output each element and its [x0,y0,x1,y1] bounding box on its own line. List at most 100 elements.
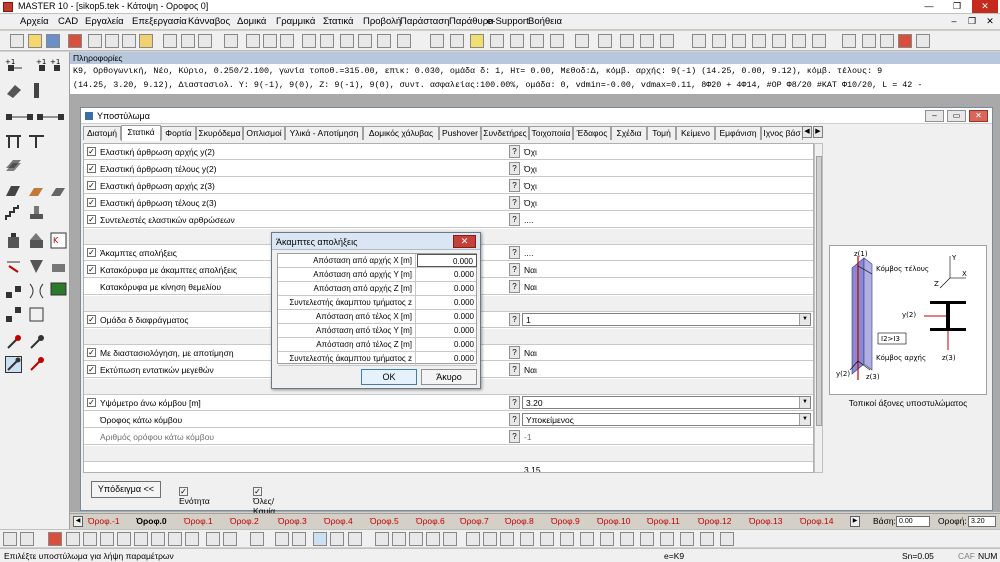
floor-tab[interactable]: Όροφ.3 [278,515,307,528]
floor-tab[interactable]: Όροφ.5 [370,515,399,528]
render-icon[interactable] [450,34,464,48]
support-icon[interactable] [732,34,746,48]
dialog-row-input[interactable]: 0.000 [417,282,477,295]
column-window-maximize-button[interactable]: ▭ [947,110,966,122]
tab-text[interactable]: Κείμενο [676,126,715,140]
row-checkbox[interactable]: ✓ [87,398,96,407]
frame-tool-icon[interactable] [5,132,22,149]
cancel-button[interactable]: Άκυρο [421,369,477,385]
new-file-icon[interactable] [10,34,24,48]
column-window-minimize-button[interactable]: – [925,110,944,122]
floor-tabs-scroll-right[interactable]: ▶ [850,516,860,527]
help-button[interactable]: ? [509,430,520,443]
row-checkbox[interactable]: ✓ [87,265,96,274]
row-value[interactable]: .... [524,248,533,258]
slab-tool2-icon[interactable] [28,182,45,199]
crosshair-icon[interactable] [520,532,534,546]
cut-icon[interactable] [68,34,82,48]
tab-loads[interactable]: Φορτία [161,126,196,140]
refresh-icon[interactable] [862,34,876,48]
floor-tab[interactable]: Όροφ.6 [416,515,445,528]
select-window-icon[interactable] [223,532,237,546]
support-tool3-icon[interactable] [50,258,67,275]
menu-grid[interactable]: Κάνναβος [188,16,230,27]
stair-icon[interactable] [598,34,612,48]
dialog-row-input[interactable]: 0.000 [417,352,477,365]
text-x-icon[interactable] [443,532,457,546]
help-button[interactable]: ? [509,162,520,175]
circle-icon[interactable] [263,34,277,48]
column-window-close-button[interactable]: ✕ [969,110,988,122]
frame-tool2-icon[interactable] [28,132,45,149]
stair-tool-icon[interactable] [5,204,22,221]
node-link-icon[interactable] [5,108,33,125]
tabs-scroll-left[interactable]: ◀ [802,126,812,138]
row-value[interactable]: Ναι [524,365,537,375]
print-icon[interactable] [122,34,136,48]
save-icon[interactable] [46,34,60,48]
scrollbar-thumb[interactable] [816,156,822,426]
row-checkbox[interactable]: ✓ [87,181,96,190]
view-3d-icon[interactable] [348,532,362,546]
menu-static[interactable]: Στατικά [323,16,354,27]
zoom-prev-icon[interactable] [134,532,148,546]
all-none-checkbox[interactable]: ✓Όλες/Καμία [253,485,275,516]
help-button[interactable]: ? [509,246,520,259]
layout-icon[interactable] [720,532,734,546]
row-value[interactable]: Ναι [524,348,537,358]
zoom-in-icon[interactable] [66,532,80,546]
tab-masonry[interactable]: Τοιχοποιία [529,126,573,140]
menu-files[interactable]: Αρχεία [20,16,49,27]
ortho-icon[interactable] [580,532,594,546]
tab-soil[interactable]: Έδαφος [573,126,611,140]
help-button[interactable]: ? [509,213,520,226]
ok-button[interactable]: OK [361,369,417,385]
text-m-icon[interactable] [409,532,423,546]
pan-icon[interactable] [168,532,182,546]
view-table-icon[interactable] [330,532,344,546]
row-checkbox[interactable]: ✓ [87,248,96,257]
menu-view[interactable]: Προβολή [363,16,401,27]
support-tool2-icon[interactable] [28,258,45,275]
text-icon[interactable] [302,34,316,48]
view-plan-icon[interactable] [313,532,327,546]
close-button[interactable]: ✕ [972,0,998,13]
grid-toggle-icon[interactable] [540,532,554,546]
wand-icon[interactable] [181,34,195,48]
tab-section[interactable]: Διατομή [83,126,121,140]
example-button[interactable]: Υπόδειγμα << [91,481,161,498]
osnap-icon[interactable] [620,532,634,546]
support2-icon[interactable] [752,34,766,48]
mdi-minimize-button[interactable]: – [946,15,962,27]
minimize-button[interactable]: — [916,0,942,13]
zoom-out-icon[interactable] [83,532,97,546]
help-button[interactable]: ? [509,179,520,192]
menu-linear[interactable]: Γραμμικά [276,16,315,27]
help-button[interactable]: ? [509,196,520,209]
dialog-row-input[interactable]: 0.000 [417,338,477,351]
spring-tool2-icon[interactable] [28,282,45,299]
mdi-close-button[interactable]: ✕ [982,15,998,27]
grid-scrollbar[interactable] [814,143,823,473]
pencil-icon[interactable] [163,34,177,48]
dimension-icon[interactable] [320,34,334,48]
help-button[interactable]: ? [509,413,520,426]
load-tool-icon[interactable] [5,232,22,249]
load-icon[interactable] [692,34,706,48]
frame2-icon[interactable] [640,34,654,48]
snap-perp-icon[interactable] [292,532,306,546]
plus-minus-icon[interactable] [483,532,497,546]
frame-icon[interactable] [620,34,634,48]
alert-icon[interactable] [48,532,62,546]
redo-icon[interactable] [20,532,34,546]
pan-hand-icon[interactable] [842,34,856,48]
zoom-all-icon[interactable] [117,532,131,546]
floor-tab[interactable]: Όροφ.9 [551,515,580,528]
measure-tool-icon[interactable] [5,306,22,323]
load-tool2-icon[interactable] [28,232,45,249]
dialog-row-input[interactable]: 0.000 [417,296,477,309]
text-b-icon[interactable] [392,532,406,546]
monitor-tool-icon[interactable] [50,282,67,299]
redraw-icon[interactable] [185,532,199,546]
bottom-node-floor-select[interactable]: Υποκείμενος ▼ [522,413,811,426]
